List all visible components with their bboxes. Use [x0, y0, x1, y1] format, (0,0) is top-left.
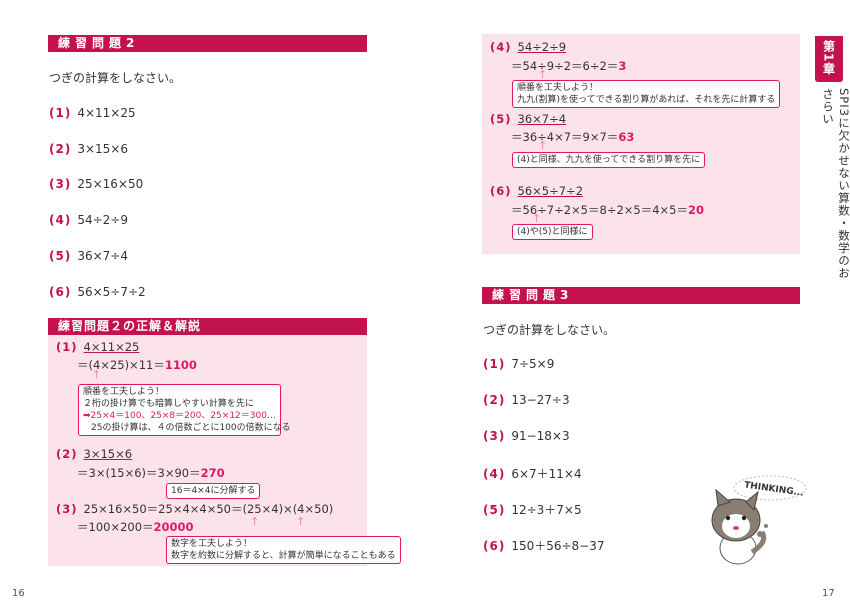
practice3-q4: (4) 6×7＋11×4	[483, 465, 582, 482]
chapter-tab: 第1章	[815, 36, 843, 82]
page-number-left: 16	[12, 588, 25, 599]
practice2-q1: (1) 4×11×25	[49, 106, 136, 120]
note-divisor-tip: 数字を工夫しよう！ 数字を約数に分解すると、計算が簡単になることもある	[166, 536, 401, 564]
q-expression: 54÷2÷9	[77, 213, 128, 227]
note-order-tip: 順番を工夫しよう！ ２桁の掛け算でも暗算しやすい計算を先に ➡25×4＝100、…	[78, 384, 291, 436]
answer3-line1: (3) 25×16×50＝25×4×4×50＝(25×4)×(4×50)	[56, 501, 333, 517]
answer5-line1: (5) 36×7÷4	[490, 112, 566, 126]
note-title: 数字を工夫しよう！	[171, 539, 253, 549]
practice2-q6: (6) 56×5÷7÷2	[49, 285, 146, 299]
practice3-q2: (2) 13−27÷3	[483, 393, 570, 407]
practice2-q3: (3) 25×16×50	[49, 177, 143, 191]
q-number: (4)	[49, 213, 72, 227]
q-number: (5)	[483, 503, 506, 517]
q-number: (2)	[49, 142, 72, 156]
up-arrow-icon: ↑	[296, 515, 306, 528]
q-expression: 36×7÷4	[77, 249, 128, 263]
page-number-right: 17	[822, 588, 835, 599]
note-text: ➡25×4＝100、25×8＝200、25×12＝300…	[83, 411, 276, 421]
answer4-line2: ＝54÷9÷2＝6÷2＝3	[511, 58, 626, 74]
up-arrow-icon: ↑	[250, 515, 260, 528]
answer3-line2: ＝100×200＝20000	[77, 519, 194, 535]
a-work: ＝(4×25)×11＝	[77, 358, 165, 372]
practice2-q5: (5) 36×7÷4	[49, 249, 128, 263]
a-expression: 25×16×50＝25×4×4×50＝(25×4)×(4×50)	[83, 502, 334, 516]
note-title: 順番を工夫しよう！	[83, 387, 165, 397]
q-number: (5)	[49, 249, 72, 263]
q-expression: 25×16×50	[77, 177, 144, 191]
q-number: (2)	[483, 393, 506, 407]
a-work: ＝54÷9÷2＝6÷2＝	[511, 59, 619, 73]
answer1-line1: (1) 4×11×25	[56, 340, 139, 354]
q-number: (3)	[49, 177, 72, 191]
practice3-q5: (5) 12÷3＋7×5	[483, 501, 582, 518]
q-expression: 6×7＋11×4	[511, 467, 582, 481]
practice2-intro: つぎの計算をしなさい。	[49, 71, 182, 85]
note-text: 九九(割算)を使ってできる割り算があれば、それを先に計算する	[517, 95, 776, 105]
a-result: 270	[200, 466, 225, 480]
chapter-title: SPI3に欠かせない算数・数学のおさらい	[821, 88, 850, 280]
practice3-q1: (1) 7÷5×9	[483, 357, 554, 371]
q-number: (1)	[49, 106, 72, 120]
a-result: 20	[687, 203, 704, 217]
practice2-header: 練習問題2	[48, 35, 367, 52]
q-number: (6)	[483, 539, 506, 553]
a-result: 20000	[153, 520, 194, 534]
answer5-line2: ＝36÷4×7＝9×7＝63	[511, 129, 634, 145]
note-text: 数字を約数に分解すると、計算が簡単になることもある	[171, 551, 396, 561]
practice3-intro: つぎの計算をしなさい。	[483, 323, 616, 337]
q-expression: 91−18×3	[511, 429, 570, 443]
a-expression: 4×11×25	[83, 340, 140, 354]
q-number: (1)	[483, 357, 506, 371]
q-expression: 4×11×25	[77, 106, 136, 120]
q-number: (4)	[483, 467, 506, 481]
answer6-line1: (6) 56×5÷7÷2	[490, 184, 583, 198]
a-number: (4)	[490, 40, 512, 54]
note-same-as-4: (4)と同様、九九を使ってできる割り算を先に	[512, 152, 706, 168]
a-expression: 56×5÷7÷2	[517, 184, 584, 198]
chapter-tab-label: 第1章	[821, 40, 836, 76]
q-expression: 13−27÷3	[511, 393, 570, 407]
note-factor: 16＝4×4に分解する	[166, 483, 261, 499]
a-work: ＝100×200＝	[77, 520, 154, 534]
answer2-line1: (2) 3×15×6	[56, 447, 132, 461]
q-expression: 7÷5×9	[511, 357, 555, 371]
q-expression: 12÷3＋7×5	[511, 503, 582, 517]
q-expression: 56×5÷7÷2	[77, 285, 146, 299]
a-result: 1100	[164, 358, 197, 372]
q-expression: 3×15×6	[77, 142, 128, 156]
practice3-q3: (3) 91−18×3	[483, 429, 570, 443]
note-order-tip-2: 順番を工夫しよう！ 九九(割算)を使ってできる割り算があれば、それを先に計算する	[512, 80, 781, 108]
a-expression: 3×15×6	[83, 447, 133, 461]
answer-header: 練習問題２の正解＆解説	[48, 318, 367, 335]
answer4-line1: (4) 54÷2÷9	[490, 40, 566, 54]
note-title: 順番を工夫しよう！	[517, 83, 599, 93]
practice3-q6: (6) 150＋56÷8−37	[483, 537, 605, 554]
a-number: (2)	[56, 447, 78, 461]
a-expression: 54÷2÷9	[517, 40, 567, 54]
a-number: (5)	[490, 112, 512, 126]
note-text: ２桁の掛け算でも暗算しやすい計算を先に	[83, 399, 254, 409]
a-work: ＝3×(15×6)＝3×90＝	[77, 466, 201, 480]
q-expression: 150＋56÷8−37	[511, 539, 605, 553]
a-work: ＝36÷4×7＝9×7＝	[511, 130, 619, 144]
a-number: (3)	[56, 502, 78, 516]
up-arrow-icon: ↑	[92, 368, 102, 381]
note-same-as-4-5: (4)や(5)と同様に	[512, 224, 593, 240]
up-arrow-icon: ↑	[538, 139, 548, 152]
a-number: (1)	[56, 340, 78, 354]
thinking-cat-illustration: THINKING...	[711, 475, 807, 565]
q-number: (6)	[49, 285, 72, 299]
practice3-header: 練習問題3	[482, 287, 800, 304]
a-result: 3	[618, 59, 627, 73]
a-number: (6)	[490, 184, 512, 198]
a-result: 63	[618, 130, 635, 144]
practice2-q2: (2) 3×15×6	[49, 142, 128, 156]
a-expression: 36×7÷4	[517, 112, 567, 126]
practice2-q4: (4) 54÷2÷9	[49, 213, 128, 227]
note-text: 25の掛け算は、４の倍数ごとに100の倍数になる	[91, 423, 291, 433]
q-number: (3)	[483, 429, 506, 443]
answer2-line2: ＝3×(15×6)＝3×90＝270	[77, 465, 225, 481]
